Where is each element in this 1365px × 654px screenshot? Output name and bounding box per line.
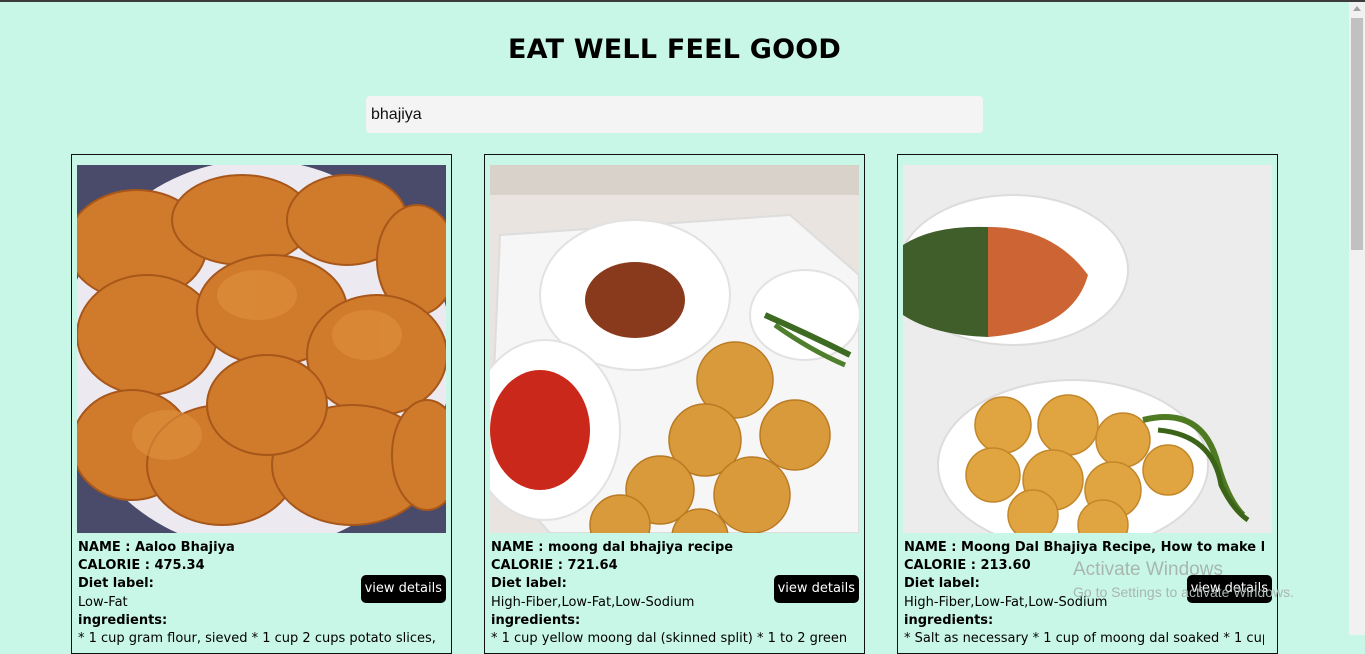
ingredients-text: * 1 cup yellow moong dal (skinned split)… (491, 631, 851, 647)
search-input[interactable] (366, 96, 983, 133)
scrollbar-thumb[interactable] (1351, 18, 1363, 250)
recipe-card: NAME : moong dal bhajiya recipe CALORIE … (484, 154, 865, 654)
recipe-name: NAME : Aaloo Bhajiya (78, 540, 235, 555)
ingredients-heading: ingredients: (904, 612, 994, 628)
recipe-image (490, 165, 859, 533)
recipe-calorie: CALORIE : 721.64 (491, 558, 618, 574)
recipe-calorie: CALORIE : 475.34 (78, 558, 205, 574)
recipe-name: NAME : moong dal bhajiya recipe (491, 540, 734, 555)
recipe-image (77, 165, 446, 533)
watermark-title: Activate Windows (1073, 559, 1223, 580)
ingredients-heading: ingredients: (78, 612, 168, 628)
recipe-card: NAME : Aaloo Bhajiya CALORIE : 475.34 Di… (71, 154, 452, 654)
recipe-name: NAME : Moong Dal Bhajiya Recipe, How to … (904, 540, 1264, 555)
ingredients-text: * 1 cup gram flour, sieved * 1 cup 2 cup… (78, 631, 438, 647)
recipe-image (903, 165, 1272, 533)
scroll-up-arrow-icon[interactable] (1353, 6, 1361, 11)
page-title: EAT WELL FEEL GOOD (507, 34, 842, 65)
ingredients-text: * Salt as necessary * 1 cup of moong dal… (904, 631, 1264, 647)
vertical-scrollbar[interactable] (1349, 2, 1365, 635)
view-details-button[interactable]: view details (360, 575, 446, 603)
window-top-border (0, 0, 1365, 2)
view-details-button[interactable]: view details (773, 575, 859, 603)
watermark-subtitle: Go to Settings to activate Windows. (1073, 584, 1294, 600)
activate-windows-watermark: Activate Windows Go to Settings to activ… (1073, 559, 1294, 600)
ingredients-heading: ingredients: (491, 612, 581, 628)
